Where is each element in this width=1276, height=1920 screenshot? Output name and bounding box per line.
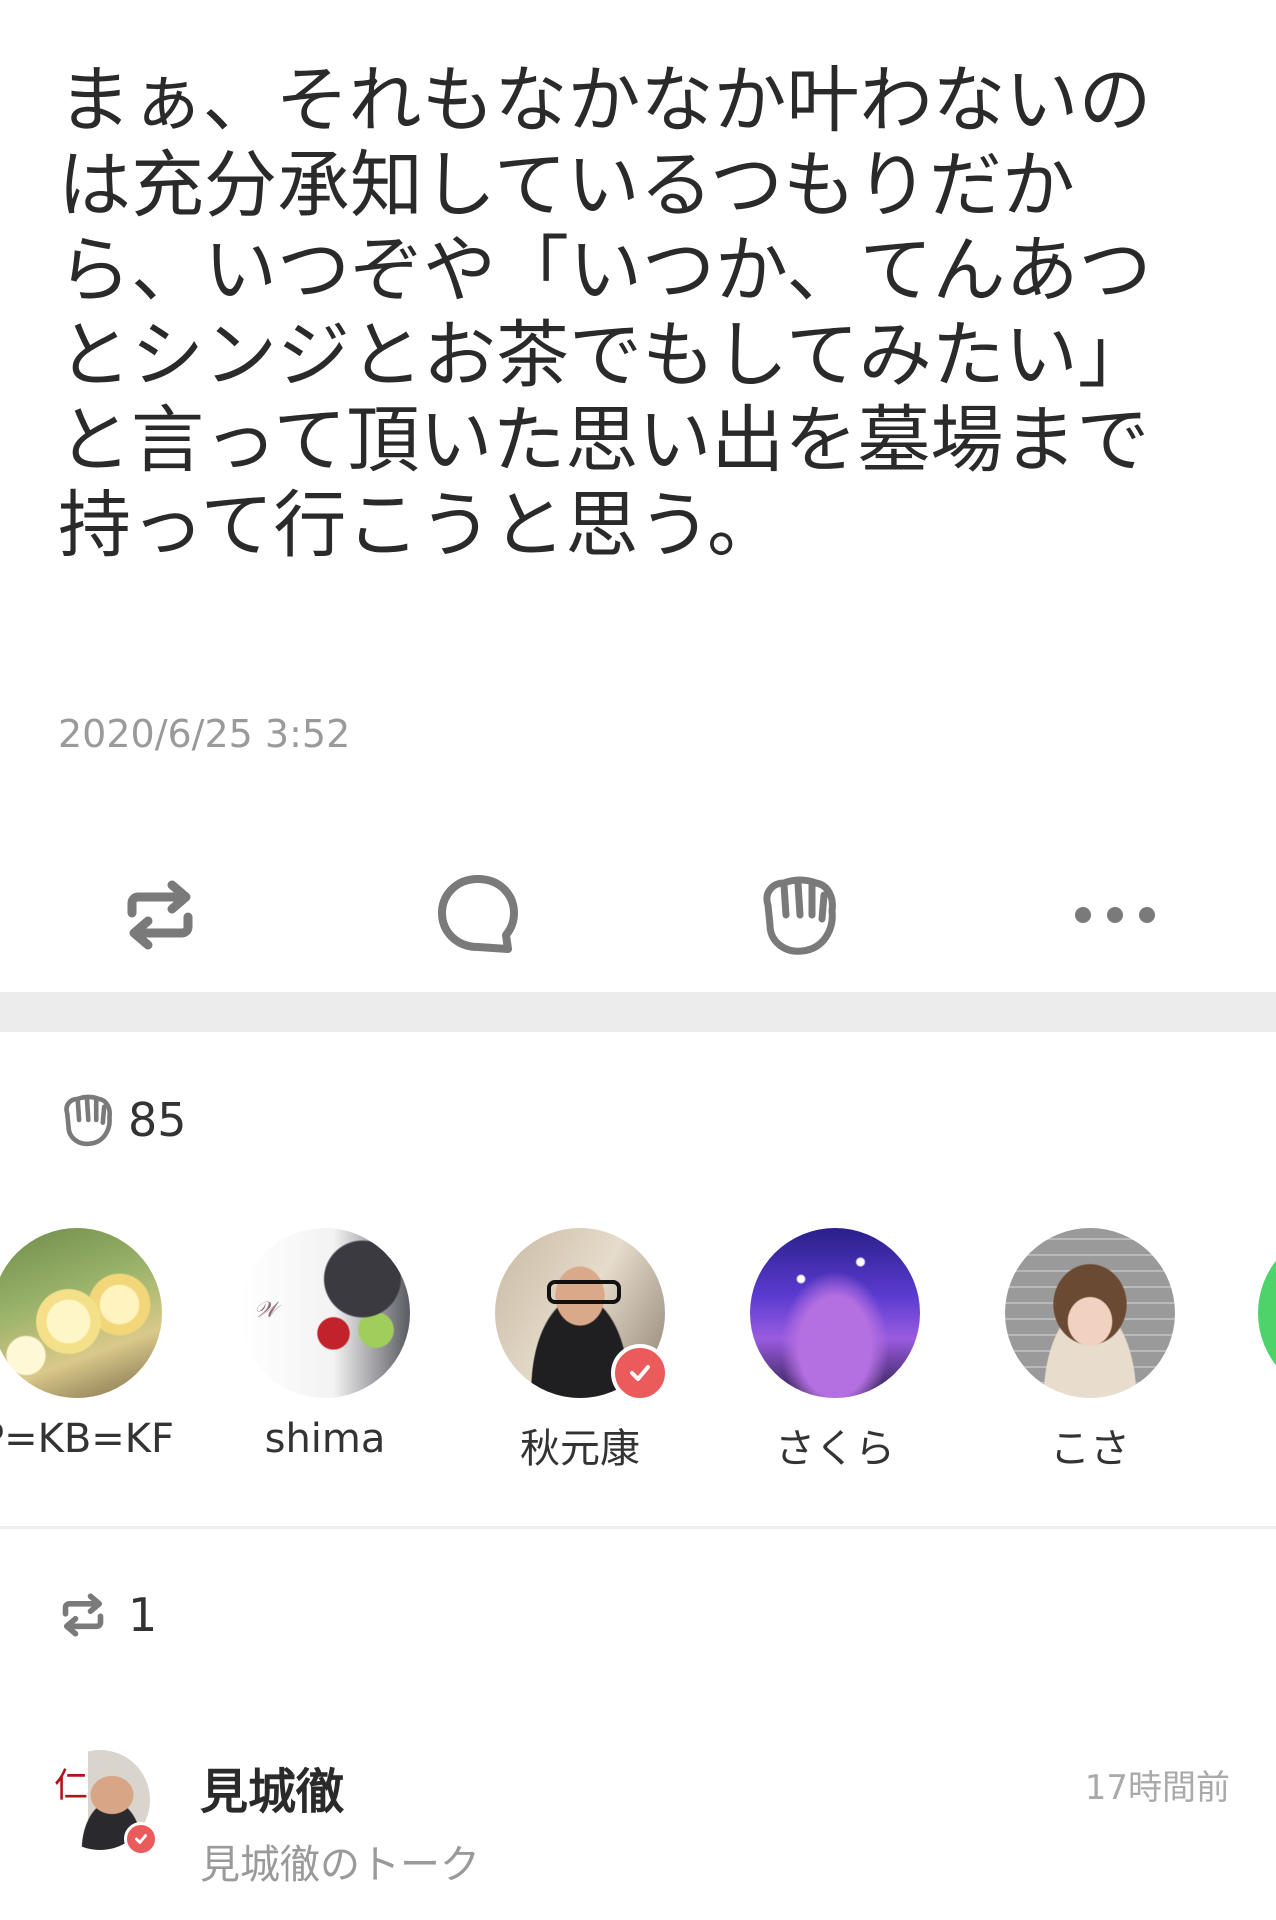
action-bar [0, 840, 1276, 970]
share-source: 見城徹のトーク [200, 1842, 480, 1888]
avatar [1005, 1228, 1175, 1398]
avatar [0, 1228, 162, 1398]
liker-name: 秋元康 [520, 1426, 640, 1468]
check-icon [135, 1834, 147, 1844]
share-item[interactable]: 仁 見城徹 見城徹のトーク 17時間前 [50, 1750, 1230, 1900]
avatar: 𝒲 [240, 1228, 410, 1398]
repost-button[interactable] [105, 865, 215, 965]
section-divider [0, 1526, 1276, 1529]
verified-badge [611, 1344, 669, 1402]
liker-name: shima [264, 1416, 386, 1462]
likes-header[interactable]: 85 [58, 1090, 187, 1150]
more-button[interactable] [1060, 865, 1170, 965]
shares-count: 1 [128, 1588, 158, 1642]
avatar[interactable] [1258, 1228, 1276, 1398]
shares-header[interactable]: 1 [58, 1585, 157, 1645]
verified-badge [124, 1822, 158, 1856]
comment-icon [438, 875, 518, 953]
section-divider [0, 992, 1276, 1032]
liker-item[interactable]: 𝒲 shima [210, 1228, 440, 1462]
liker-name: こさ [1050, 1426, 1130, 1468]
repost-icon [62, 1593, 104, 1637]
liker-name: さくら [775, 1426, 895, 1468]
check-icon [630, 1365, 650, 1381]
liker-item[interactable]: こさ [975, 1228, 1205, 1468]
comment-button[interactable] [423, 865, 533, 965]
liker-item[interactable]: 秋元康 [465, 1228, 695, 1468]
clap-icon [64, 1094, 112, 1147]
likers-list: P=KB=KF 𝒲 shima 秋元康 さくら こさ [0, 1228, 1276, 1468]
avatar [750, 1228, 920, 1398]
liker-item[interactable]: P=KB=KF [0, 1228, 192, 1462]
likes-count: 85 [128, 1093, 187, 1147]
repost-icon [127, 880, 193, 950]
liker-item[interactable]: さくら [720, 1228, 950, 1468]
more-icon [1075, 907, 1155, 923]
liker-name: P=KB=KF [0, 1416, 175, 1462]
post-timestamp: 2020/6/25 3:52 [58, 712, 351, 756]
post-body: まぁ、それもなかなか叶わないのは充分承知しているつもりだから、いつぞや「いつか、… [58, 58, 1152, 568]
clap-icon [763, 876, 836, 955]
share-user-name: 見城徹 [200, 1764, 345, 1820]
share-time: 17時間前 [1084, 1768, 1230, 1808]
clap-button[interactable] [743, 865, 853, 965]
